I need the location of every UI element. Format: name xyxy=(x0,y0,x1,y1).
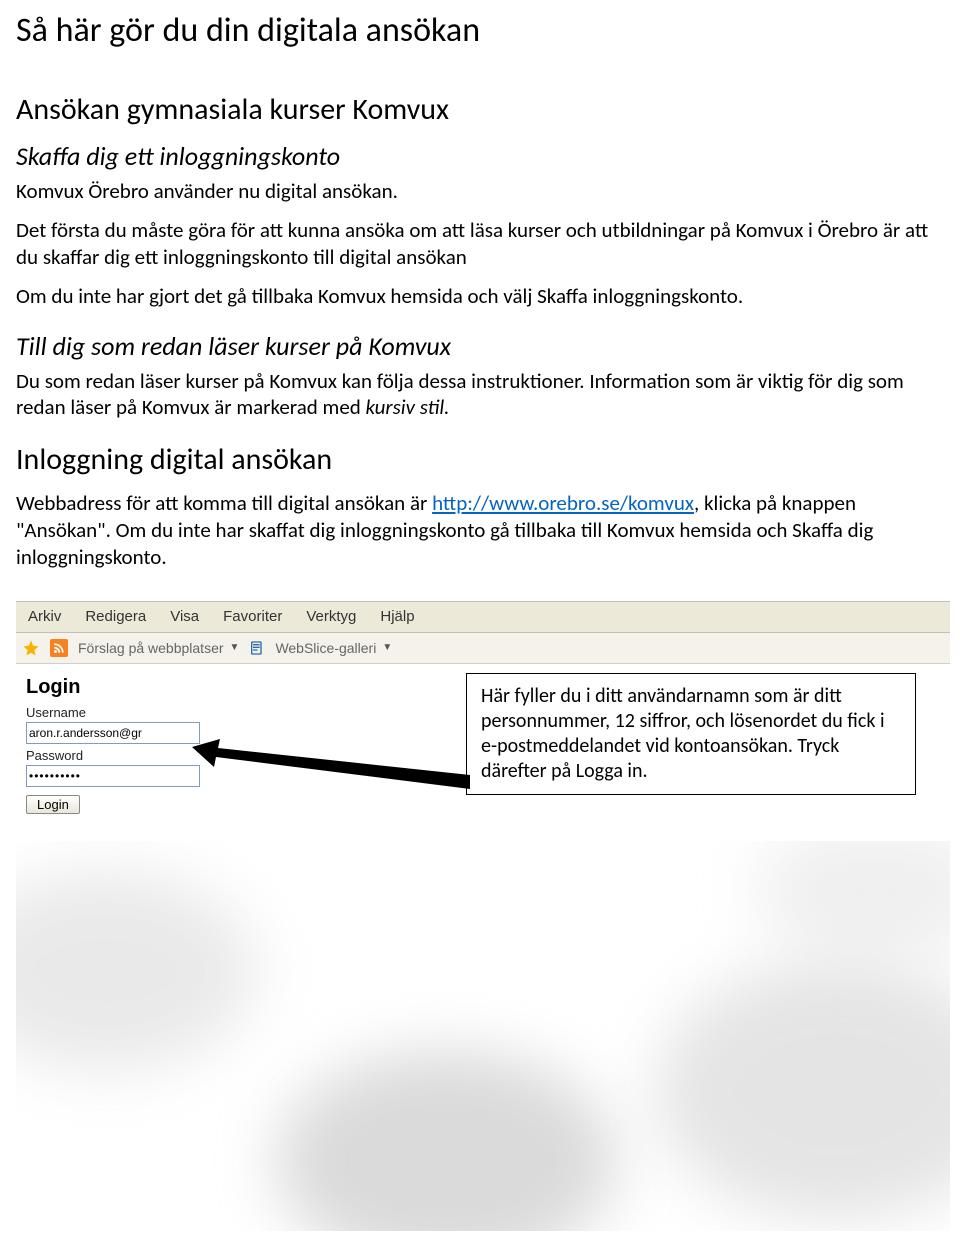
linkbar-item-webslice[interactable]: WebSlice-galleri xyxy=(275,640,376,656)
login-button[interactable]: Login xyxy=(26,795,80,814)
decorative-background xyxy=(16,841,950,1231)
heading-inloggning: Inloggning digital ansökan xyxy=(16,441,950,478)
linkbar-item-suggestions[interactable]: Förslag på webbplatser xyxy=(78,640,224,656)
paragraph: Om du inte har gjort det gå tillbaka Kom… xyxy=(16,283,950,310)
chevron-down-icon[interactable]: ▼ xyxy=(230,642,240,653)
paragraph: Webbadress för att komma till digital an… xyxy=(16,490,950,571)
ie-page-icon xyxy=(249,640,265,656)
menu-visa[interactable]: Visa xyxy=(170,608,199,625)
page-title: Så här gör du din digitala ansökan xyxy=(16,10,950,51)
paragraph: Du som redan läser kurser på Komvux kan … xyxy=(16,368,950,422)
menu-arkiv[interactable]: Arkiv xyxy=(28,608,61,625)
menu-verktyg[interactable]: Verktyg xyxy=(306,608,356,625)
menu-favoriter[interactable]: Favoriter xyxy=(223,608,282,625)
instruction-callout: Här fyller du i ditt användarnamn som är… xyxy=(466,673,916,795)
favorites-star-icon[interactable] xyxy=(22,639,40,657)
username-input[interactable] xyxy=(26,722,200,744)
ie-menubar: Arkiv Redigera Visa Favoriter Verktyg Hj… xyxy=(16,601,950,633)
password-input[interactable] xyxy=(26,765,200,787)
callout-arrow-icon xyxy=(192,739,470,803)
menu-hjalp[interactable]: Hjälp xyxy=(380,608,414,625)
rss-icon[interactable] xyxy=(50,639,68,657)
chevron-down-icon[interactable]: ▼ xyxy=(382,642,392,653)
paragraph: Komvux Örebro använder nu digital ansöka… xyxy=(16,178,950,205)
subheading-redan-laser: Till dig som redan läser kurser på Komvu… xyxy=(16,330,950,362)
document-page: Så här gör du din digitala ansökan Ansök… xyxy=(0,0,960,1255)
paragraph: Det första du måste göra för att kunna a… xyxy=(16,217,950,271)
ie-linkbar: Förslag på webbplatser ▼ WebSlice-galler… xyxy=(16,633,950,664)
menu-redigera[interactable]: Redigera xyxy=(85,608,146,625)
link-orebro-komvux[interactable]: http://www.orebro.se/komvux xyxy=(432,490,694,516)
subheading-skaffa-konto: Skaffa dig ett inloggningskonto xyxy=(16,140,950,172)
heading-ansokan: Ansökan gymnasiala kurser Komvux xyxy=(16,91,950,128)
screenshot-login: Arkiv Redigera Visa Favoriter Verktyg Hj… xyxy=(16,601,950,814)
